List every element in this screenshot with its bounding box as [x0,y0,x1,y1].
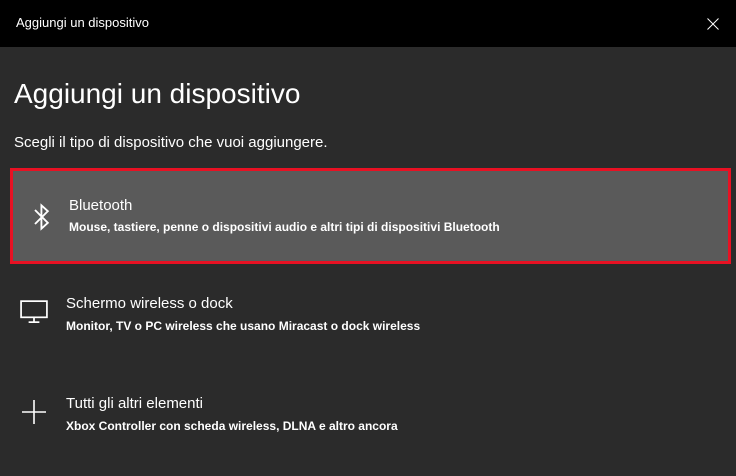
bluetooth-icon [34,203,50,231]
add-device-dialog: Aggiungi un dispositivo Aggiungi un disp… [0,0,736,476]
plus-icon [22,400,46,424]
page-title: Aggiungi un dispositivo [14,78,301,109]
title-bar: Aggiungi un dispositivo [0,0,736,47]
option-wireless-display[interactable]: Schermo wireless o dock Monitor, TV o PC… [10,272,731,368]
monitor-icon [20,300,48,324]
option-bluetooth[interactable]: Bluetooth Mouse, tastiere, penne o dispo… [10,168,731,264]
page-subtitle: Scegli il tipo di dispositivo che vuoi a… [14,134,328,151]
option-wireless-display-title: Schermo wireless o dock [66,295,233,312]
close-icon [707,18,719,30]
option-everything-else-title: Tutti gli altri elementi [66,395,203,412]
option-everything-else-description: Xbox Controller con scheda wireless, DLN… [66,419,398,433]
option-wireless-display-description: Monitor, TV o PC wireless che usano Mira… [66,319,421,333]
option-bluetooth-description: Mouse, tastiere, penne o dispositivi aud… [69,220,500,234]
option-everything-else[interactable]: Tutti gli altri elementi Xbox Controller… [10,372,731,468]
close-button[interactable] [690,0,736,47]
window-title: Aggiungi un dispositivo [16,15,149,30]
option-bluetooth-title: Bluetooth [69,197,133,214]
